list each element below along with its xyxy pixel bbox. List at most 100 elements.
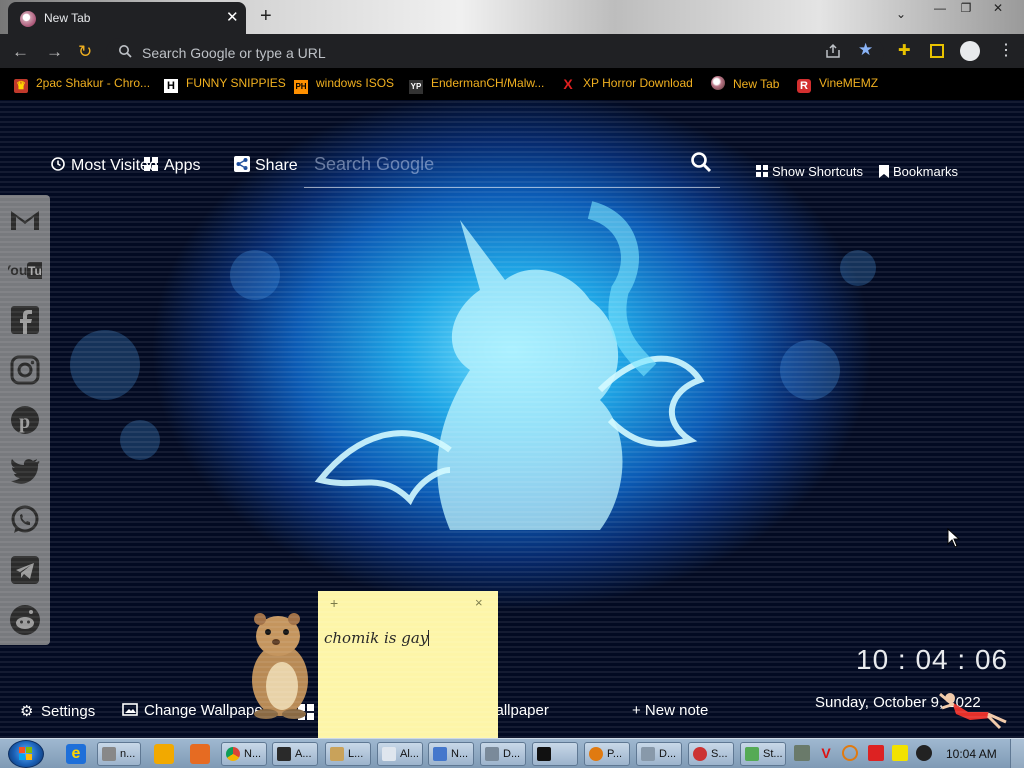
forward-arrow-icon[interactable]: → [46, 42, 63, 62]
tray-app-icon[interactable] [794, 745, 810, 761]
reddit-icon[interactable] [8, 603, 42, 637]
taskbar-item-cmd[interactable] [532, 742, 578, 766]
reload-icon[interactable]: ↻ [78, 42, 92, 62]
hamster-image [252, 613, 308, 719]
bookmark-xp-horror[interactable]: X XP Horror Download [561, 76, 693, 94]
taskbar-item-3[interactable]: A... [272, 742, 318, 766]
maximize-icon[interactable]: ❐ [954, 1, 978, 15]
back-arrow-icon[interactable]: ← [12, 42, 29, 62]
tab-new-tab[interactable]: New Tab ✕ [8, 2, 246, 34]
tray-note-icon[interactable] [892, 745, 908, 761]
bookmark-2pac[interactable]: ♛ 2pac Shakur - Chro... [14, 76, 150, 94]
tray-v-icon[interactable]: V [818, 745, 834, 761]
browser-toolbar: ← → ↻ Search Google or type a URL ★ ✚ ⋮ [0, 34, 1024, 68]
tab-search-chevron-icon[interactable]: ⌄ [896, 7, 906, 21]
taskbar-item-12[interactable]: St... [740, 742, 786, 766]
taskbar-item-10[interactable]: D... [636, 742, 682, 766]
show-shortcuts-button[interactable]: Show Shortcuts [756, 164, 863, 179]
taskbar-item-6[interactable]: N... [428, 742, 474, 766]
taskbar-item-9[interactable]: P... [584, 742, 630, 766]
window-close-icon[interactable]: ✕ [986, 1, 1010, 15]
media-player-icon[interactable] [154, 744, 174, 764]
tab-strip: New Tab ✕ + ⌄ — ❐ ✕ [0, 0, 1024, 34]
bookmark-ribbon-icon [879, 165, 889, 178]
sticky-note[interactable]: + × chomik is gay [318, 591, 498, 738]
app-icon [433, 747, 447, 761]
bookmark-endermanch[interactable]: YP EndermanCH/Malw... [409, 76, 544, 94]
grid-icon [756, 165, 768, 177]
app-icon [277, 747, 291, 761]
new-tab-button[interactable]: + [260, 5, 272, 28]
extensions-puzzle-icon[interactable]: ✚ [898, 41, 911, 59]
internet-explorer-icon[interactable]: e [66, 744, 86, 764]
mouse-cursor-icon [947, 528, 961, 548]
ntp-search-box[interactable]: Search Google [304, 142, 720, 188]
new-note-button[interactable]: + New note [632, 702, 708, 719]
taskbar-item-1[interactable]: n... [97, 742, 141, 766]
taskbar-item-7[interactable]: D... [480, 742, 526, 766]
clock-time: 10 : 04 : 06 [856, 644, 1009, 675]
share-page-icon[interactable] [824, 42, 842, 60]
share-button[interactable]: Share [234, 156, 298, 175]
show-desktop-button[interactable] [1010, 739, 1024, 768]
side-panel-icon[interactable] [930, 44, 944, 58]
tray-search-icon[interactable] [842, 745, 858, 761]
svg-text:You: You [8, 262, 27, 278]
taskbar-item-chrome[interactable]: N... [221, 742, 267, 766]
most-visited-button[interactable]: Most Visited [50, 156, 158, 175]
bookmarks-button[interactable]: Bookmarks [879, 164, 958, 179]
bookmarks-bar: ♛ 2pac Shakur - Chro... H FUNNY SNIPPIES P… [0, 68, 1024, 100]
profile-avatar-icon[interactable] [960, 41, 980, 61]
app-icon [589, 747, 603, 761]
youtube-icon[interactable]: YouTu [8, 253, 42, 287]
settings-button[interactable]: ⚙ Settings [20, 702, 95, 720]
omnibox-placeholder: Search Google or type a URL [142, 45, 326, 61]
note-close-button[interactable]: × [475, 595, 483, 610]
svg-text:p: p [19, 411, 30, 433]
gmail-icon[interactable] [8, 203, 42, 237]
bookmark-funny-snippies[interactable]: H FUNNY SNIPPIES [164, 76, 286, 94]
apps-button[interactable]: Apps [143, 156, 200, 175]
bookmark-vinememz[interactable]: R VineMEMZ [797, 76, 878, 94]
note-add-button[interactable]: + [330, 595, 338, 611]
bookmark-star-icon[interactable]: ★ [858, 40, 873, 60]
h-logo-icon: H [164, 79, 178, 93]
tray-flag-icon[interactable] [868, 745, 884, 761]
instagram-icon[interactable] [8, 353, 42, 387]
tab-title: New Tab [44, 11, 91, 25]
facebook-icon[interactable] [8, 303, 42, 337]
twitter-icon[interactable] [8, 453, 42, 487]
omnibox[interactable]: Search Google or type a URL [106, 38, 884, 66]
tab-close-icon[interactable]: ✕ [226, 8, 239, 26]
taskbar-clock[interactable]: 10:04 AM [946, 747, 997, 761]
apps-grid-icon [144, 157, 158, 171]
search-icon[interactable] [690, 151, 712, 173]
tray-speaker-icon[interactable] [916, 745, 932, 761]
firefox-icon[interactable] [190, 744, 210, 764]
taskbar-item-5[interactable]: Al... [377, 742, 423, 766]
x-logo-icon: X [563, 76, 573, 92]
crown-icon: ♛ [14, 79, 28, 93]
bokeh-light [840, 250, 876, 286]
telegram-icon[interactable] [8, 553, 42, 587]
bookmark-windows-isos[interactable]: PH windows ISOS [294, 76, 394, 94]
taskbar-item-11[interactable]: S... [688, 742, 734, 766]
tab-favicon-icon [20, 11, 36, 27]
minimize-icon[interactable]: — [928, 1, 952, 15]
taskbar-item-4[interactable]: L... [325, 742, 371, 766]
app-icon [745, 747, 759, 761]
app-icon [102, 747, 116, 761]
new-tab-page: Most Visited Apps Share Search Google Sh… [0, 100, 1024, 738]
whatsapp-icon[interactable] [8, 503, 42, 537]
pinterest-icon[interactable]: p [8, 403, 42, 437]
history-clock-icon [51, 157, 65, 171]
dancing-figure-image [939, 692, 1007, 730]
bookmark-new-tab[interactable]: New Tab [711, 76, 779, 94]
menu-kebab-icon[interactable]: ⋮ [998, 40, 1014, 60]
start-button[interactable] [8, 740, 44, 768]
note-text: chomik is gay [324, 629, 429, 647]
search-icon [119, 45, 132, 58]
note-text-area[interactable]: chomik is gay [324, 629, 430, 647]
app-icon [693, 747, 707, 761]
svg-text:Tu: Tu [28, 264, 42, 278]
